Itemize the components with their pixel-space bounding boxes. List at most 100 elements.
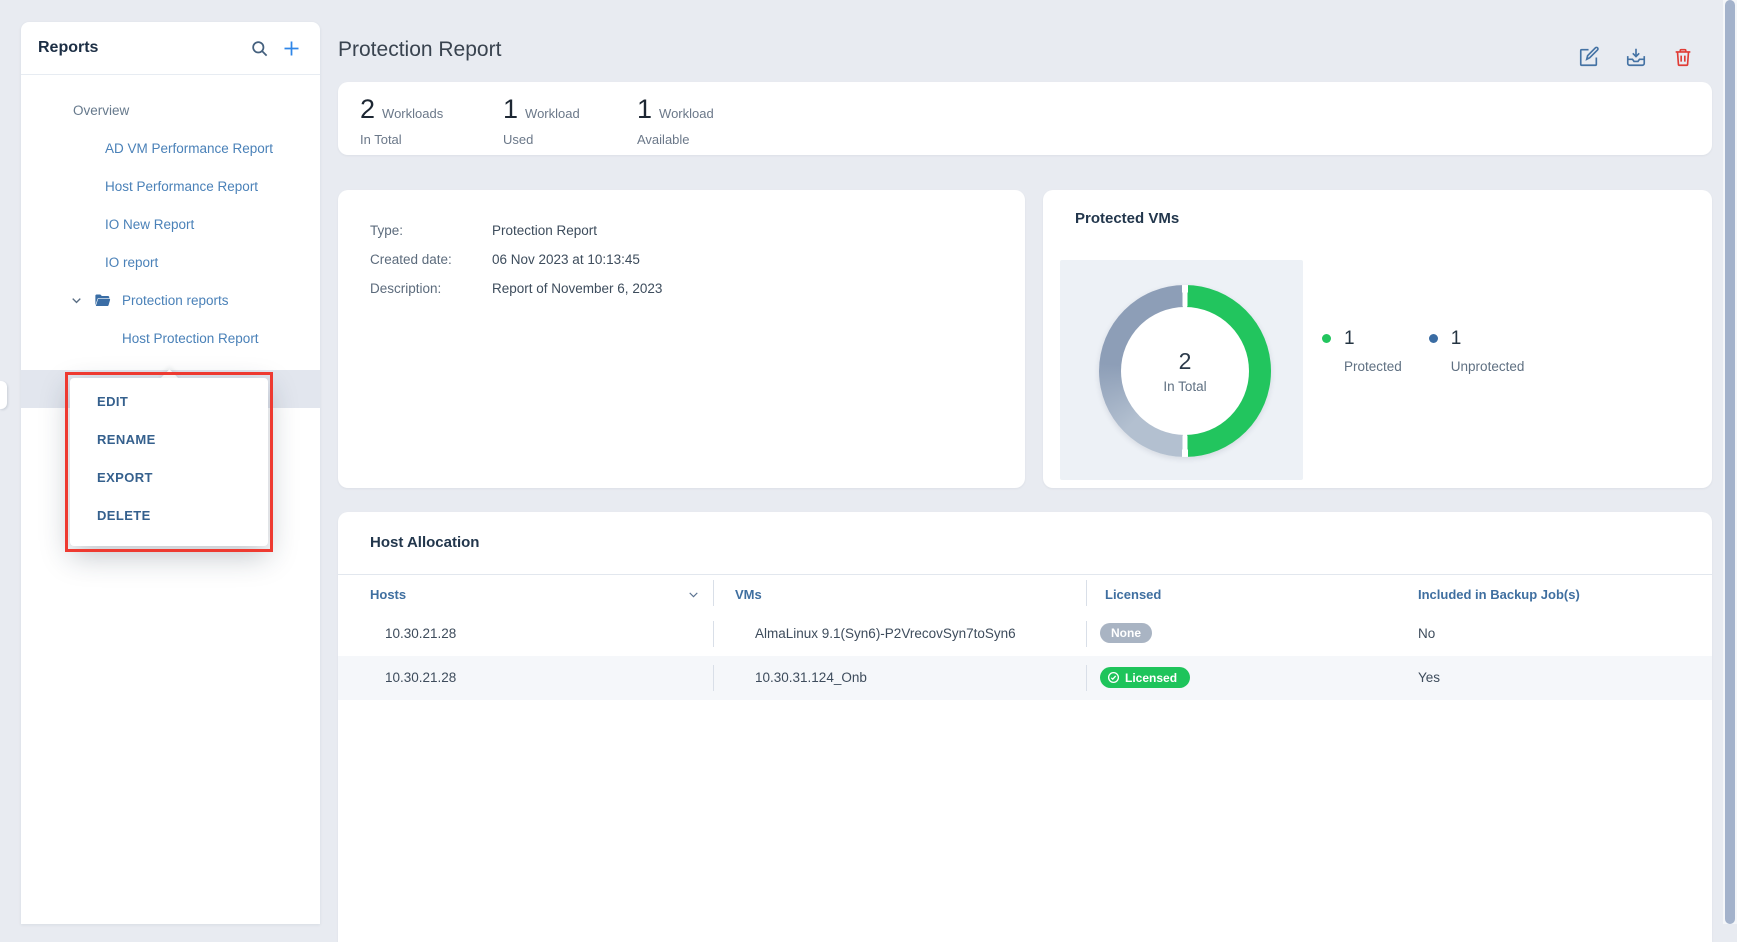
stat-unit: Workloads — [382, 106, 443, 121]
column-separator — [1086, 665, 1087, 691]
cell-host: 10.30.21.28 — [385, 626, 456, 641]
sidebar-item-label: Overview — [73, 103, 129, 118]
donut-chart-panel: 2 In Total — [1060, 260, 1303, 480]
stat-value: 1 — [503, 94, 518, 125]
protected-vms-donut-chart: 2 In Total — [1099, 285, 1271, 457]
license-badge-none: None — [1100, 623, 1152, 643]
legend-item-unprotected: 1 Unprotected — [1429, 328, 1525, 374]
vertical-scrollbar-thumb[interactable] — [1725, 0, 1735, 924]
chevron-down-icon[interactable] — [70, 294, 83, 307]
detail-row-description: Description: Report of November 6, 2023 — [370, 274, 1025, 303]
stat-unit: Workload — [659, 106, 714, 121]
donut-center: 2 In Total — [1121, 307, 1249, 435]
cell-licensed: Licensed — [1100, 667, 1190, 688]
sidebar-item-io-report[interactable]: IO report — [21, 243, 320, 281]
legend-value: 1 — [1344, 328, 1402, 350]
sidebar-item-label: AD VM Performance Report — [105, 141, 273, 156]
menu-item-rename[interactable]: RENAME — [70, 421, 268, 459]
legend-dot-green — [1322, 334, 1331, 343]
column-header-vms[interactable]: VMs — [735, 587, 762, 602]
page-title: Protection Report — [338, 38, 501, 62]
donut-total-value: 2 — [1179, 348, 1192, 375]
report-details-card: Type: Protection Report Created date: 06… — [338, 190, 1025, 488]
table-header-row: Hosts VMs Licensed Included in Backup Jo… — [338, 575, 1712, 612]
legend-item-protected: 1 Protected — [1322, 328, 1402, 374]
column-header-hosts[interactable]: Hosts — [370, 587, 406, 602]
sidebar-collapse-handle[interactable] — [0, 381, 7, 409]
sidebar-title: Reports — [38, 39, 250, 57]
add-report-icon[interactable] — [281, 38, 302, 59]
cell-licensed: None — [1100, 623, 1152, 643]
delete-report-icon[interactable] — [1672, 46, 1694, 68]
cell-vm: 10.30.31.124_Onb — [755, 670, 867, 685]
detail-label: Created date: — [370, 252, 492, 267]
workloads-summary-card: 2 Workloads In Total 1 Workload Used 1 Work… — [338, 82, 1712, 155]
host-allocation-card: Host Allocation Hosts VMs Licensed Inclu… — [338, 512, 1712, 942]
detail-label: Type: — [370, 223, 492, 238]
sidebar-item-label: Protection reports — [122, 293, 229, 308]
sidebar-item-host-performance-report[interactable]: Host Performance Report — [21, 167, 320, 205]
legend-dot-blue — [1429, 334, 1438, 343]
sidebar-item-label: Host Performance Report — [105, 179, 258, 194]
sidebar-item-label: IO report — [105, 255, 158, 270]
legend-label: Protected — [1344, 359, 1402, 374]
column-separator — [1086, 621, 1087, 647]
menu-item-delete[interactable]: DELETE — [70, 497, 268, 535]
license-badge-licensed: Licensed — [1100, 667, 1190, 688]
search-icon[interactable] — [250, 39, 269, 58]
table-row[interactable]: 10.30.21.28 AlmaLinux 9.1(Syn6)-P2Vrecov… — [338, 612, 1712, 656]
stat-caption: Available — [637, 132, 714, 147]
detail-value: Report of November 6, 2023 — [492, 281, 662, 296]
donut-legend: 1 Protected 1 Unprotected — [1322, 328, 1524, 374]
detail-value: 06 Nov 2023 at 10:13:45 — [492, 252, 640, 267]
column-separator — [713, 665, 714, 691]
sort-chevron-icon[interactable] — [687, 588, 700, 601]
reports-tree: Overview AD VM Performance Report Host P… — [21, 91, 320, 357]
detail-row-created-date: Created date: 06 Nov 2023 at 10:13:45 — [370, 245, 1025, 274]
detail-value: Protection Report — [492, 223, 597, 238]
column-separator — [713, 621, 714, 647]
protected-vms-title: Protected VMs — [1075, 210, 1179, 227]
sidebar-item-ad-vm-performance-report[interactable]: AD VM Performance Report — [21, 129, 320, 167]
stat-available: 1 Workload Available — [637, 94, 714, 147]
legend-value: 1 — [1451, 328, 1525, 350]
table-row[interactable]: 10.30.21.28 10.30.31.124_Onb Licensed Ye… — [338, 656, 1712, 700]
stat-unit: Workload — [525, 106, 580, 121]
stat-caption: In Total — [360, 132, 443, 147]
menu-item-export[interactable]: EXPORT — [70, 459, 268, 497]
sidebar-item-overview[interactable]: Overview — [21, 91, 320, 129]
edit-report-icon[interactable] — [1578, 46, 1600, 68]
cell-vm: AlmaLinux 9.1(Syn6)-P2VrecovSyn7toSyn6 — [755, 626, 1016, 641]
sidebar-item-label: IO New Report — [105, 217, 194, 232]
detail-label: Description: — [370, 281, 492, 296]
donut-total-label: In Total — [1163, 379, 1206, 394]
protected-vms-card: Protected VMs 2 In Total 1 Protected 1 U… — [1043, 190, 1712, 488]
stat-value: 2 — [360, 94, 375, 125]
host-allocation-title: Host Allocation — [370, 534, 479, 551]
cell-host: 10.30.21.28 — [385, 670, 456, 685]
sidebar-item-label: Host Protection Report — [122, 331, 259, 346]
stat-value: 1 — [637, 94, 652, 125]
sidebar-header: Reports — [21, 22, 320, 75]
sidebar-folder-protection-reports[interactable]: Protection reports — [21, 281, 320, 319]
column-separator — [713, 580, 714, 606]
report-actions — [1578, 46, 1694, 68]
check-circle-icon — [1107, 671, 1120, 684]
column-header-included[interactable]: Included in Backup Job(s) — [1418, 587, 1580, 602]
stat-total: 2 Workloads In Total — [360, 94, 443, 147]
context-menu: EDIT RENAME EXPORT DELETE — [70, 378, 268, 546]
legend-label: Unprotected — [1451, 359, 1525, 374]
sidebar-item-host-protection-report[interactable]: Host Protection Report — [21, 319, 320, 357]
export-report-icon[interactable] — [1625, 46, 1647, 68]
column-header-licensed[interactable]: Licensed — [1105, 587, 1161, 602]
sidebar-item-io-new-report[interactable]: IO New Report — [21, 205, 320, 243]
cell-included: No — [1418, 626, 1435, 641]
menu-item-edit[interactable]: EDIT — [70, 383, 268, 421]
stat-used: 1 Workload Used — [503, 94, 580, 147]
stat-caption: Used — [503, 132, 580, 147]
column-separator — [1086, 580, 1087, 606]
cell-included: Yes — [1418, 670, 1440, 685]
badge-label: Licensed — [1125, 672, 1177, 684]
open-folder-icon — [92, 291, 113, 309]
detail-row-type: Type: Protection Report — [370, 216, 1025, 245]
